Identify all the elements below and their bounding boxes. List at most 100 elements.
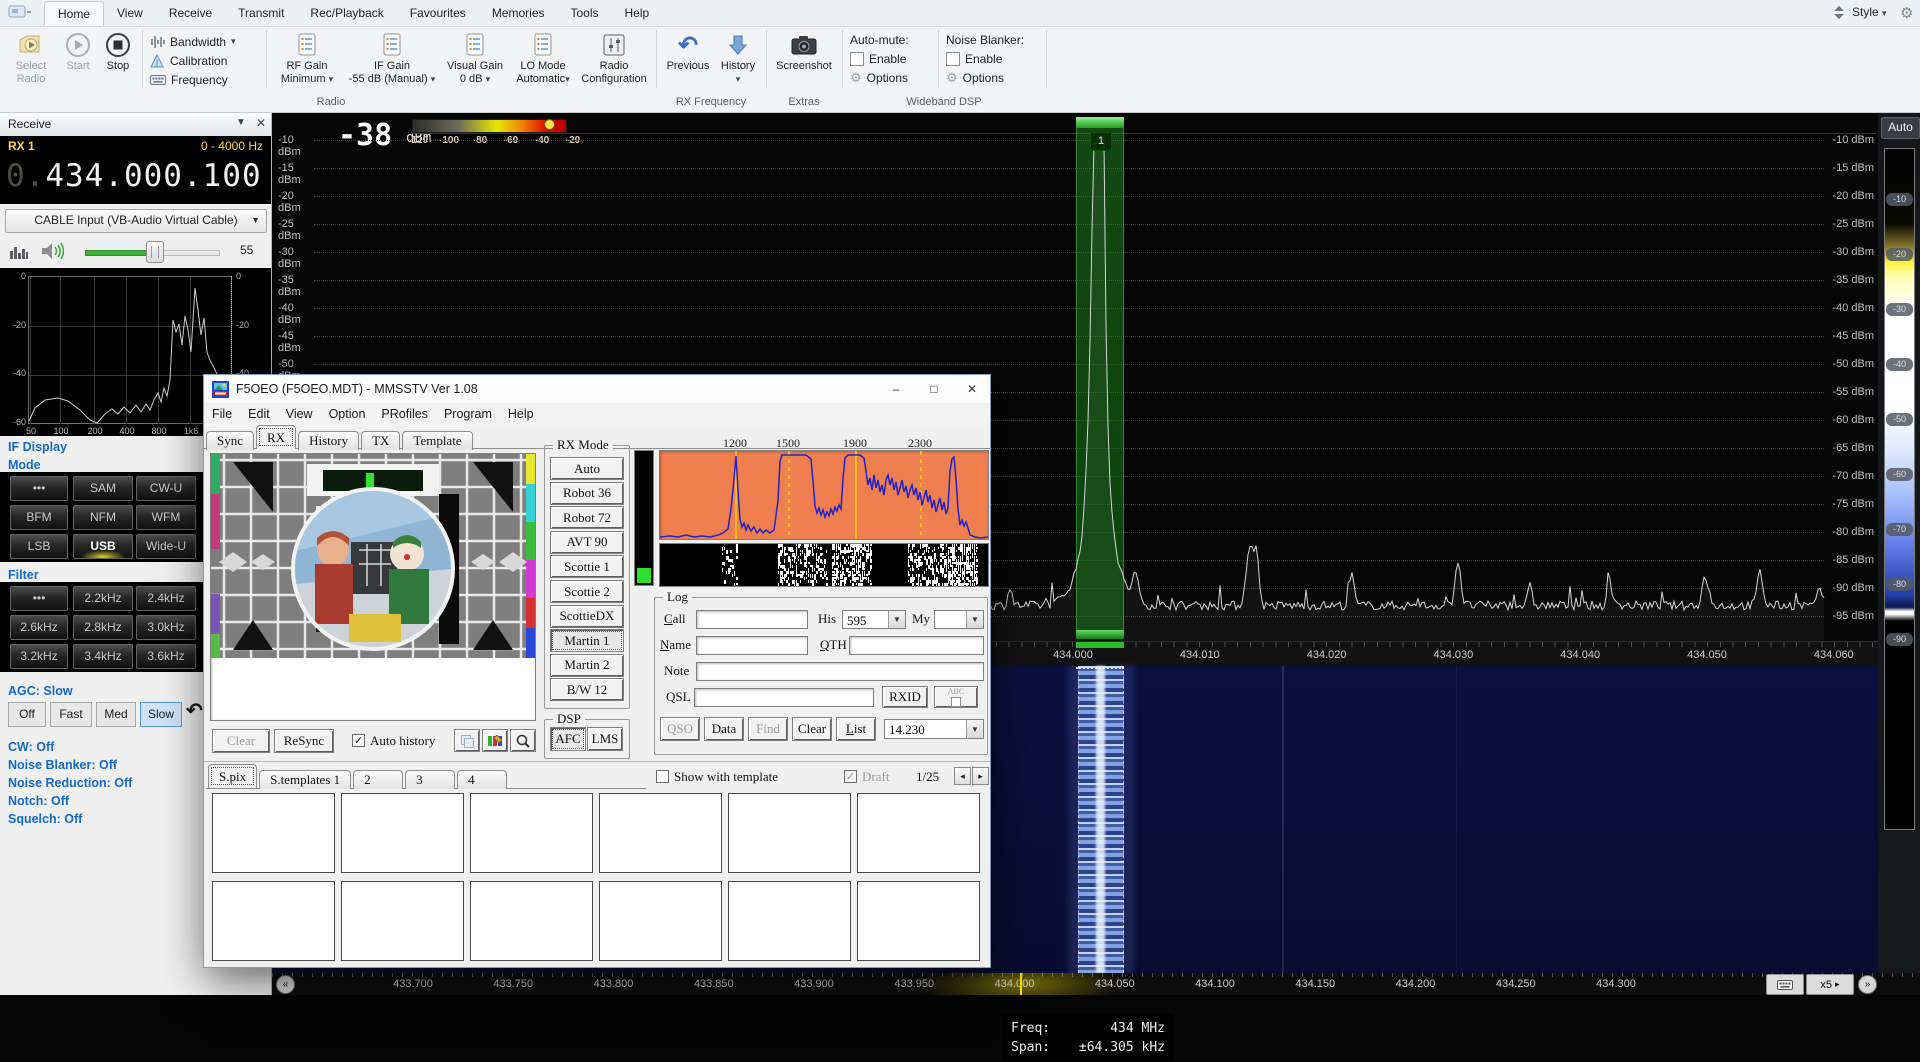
rx-mode-b-w-12[interactable]: B/W 12 xyxy=(550,678,624,701)
log-button-find[interactable]: Find xyxy=(748,717,788,741)
filter-button-26khz[interactable]: 2.6kHz xyxy=(10,615,68,640)
page-next-button[interactable]: ▸ xyxy=(972,767,989,785)
speaker-icon[interactable] xyxy=(40,241,64,261)
ribbon-tab-memories[interactable]: Memories xyxy=(479,1,558,24)
stock-tab-4[interactable]: 4 xyxy=(457,770,507,789)
ribbon-tab-receive[interactable]: Receive xyxy=(156,1,225,24)
noise-blanker-enable-checkbox[interactable]: Enable xyxy=(946,49,1042,68)
close-icon[interactable]: ✕ xyxy=(256,116,266,130)
rf-gain-button[interactable]: RF GainMinimum ▾ xyxy=(272,30,342,92)
agc-button-off[interactable]: Off xyxy=(8,702,46,727)
agc-button-fast[interactable]: Fast xyxy=(50,702,92,727)
start-button[interactable]: Start xyxy=(60,30,96,92)
log-button-data[interactable]: Data xyxy=(704,717,744,741)
rx-mode-scottiedx[interactable]: ScottieDX xyxy=(550,605,624,628)
rx-mode-robot-72[interactable]: Robot 72 xyxy=(550,506,624,529)
ribbon-tab-tools[interactable]: Tools xyxy=(558,1,612,24)
rx-mode-martin-1[interactable]: Martin 1 xyxy=(550,629,624,652)
select-radio-button[interactable]: Select Radio xyxy=(6,30,56,92)
mmsstv-tab-history[interactable]: History xyxy=(298,431,359,450)
menu-help[interactable]: Help xyxy=(500,403,542,421)
equalizer-icon[interactable] xyxy=(10,243,28,259)
maximize-button[interactable]: □ xyxy=(916,375,952,403)
mode-button-nfm[interactable]: NFM xyxy=(73,505,133,530)
stock-picture-slot[interactable] xyxy=(212,793,335,873)
scroll-left-button[interactable]: « xyxy=(276,975,295,994)
previous-button[interactable]: ↶ Previous xyxy=(662,30,714,92)
resync-button[interactable]: ReSync xyxy=(274,729,334,753)
mode-button-[interactable]: ••• xyxy=(10,476,68,501)
status-cw[interactable]: CW: Off xyxy=(8,740,54,754)
ribbon-tab-view[interactable]: View xyxy=(104,1,156,24)
dsp-button-lms[interactable]: LMS xyxy=(587,727,623,751)
rx-mode-avt-90[interactable]: AVT 90 xyxy=(550,531,624,554)
ribbon-tab-rec-playback[interactable]: Rec/Playback xyxy=(297,1,396,24)
agc-button-med[interactable]: Med xyxy=(96,702,136,727)
stock-tab-2[interactable]: 2 xyxy=(353,770,403,789)
menu-option[interactable]: Option xyxy=(321,403,374,421)
menu-edit[interactable]: Edit xyxy=(240,403,278,421)
mode-button-wideu[interactable]: Wide-U xyxy=(136,534,196,559)
stock-tab-s-pix[interactable]: S.pix xyxy=(208,764,257,788)
app-icon[interactable] xyxy=(8,5,32,24)
rx-mode-scottie-2[interactable]: Scottie 2 xyxy=(550,580,624,603)
call-input[interactable] xyxy=(696,610,808,629)
volume-slider-handle[interactable] xyxy=(146,241,164,263)
keyboard-entry-button[interactable] xyxy=(1766,974,1804,995)
screenshot-button[interactable]: Screenshot xyxy=(772,30,836,92)
stock-picture-slot[interactable] xyxy=(857,793,980,873)
auto-history-checkbox[interactable]: ✓ xyxy=(352,734,365,747)
note-input[interactable] xyxy=(696,662,984,681)
bandwidth-button[interactable]: Bandwidth▾ xyxy=(150,32,260,51)
stop-button[interactable]: Stop xyxy=(100,30,136,92)
status-squelch[interactable]: Squelch: Off xyxy=(8,812,82,826)
mmsstv-window[interactable]: F5OEO (F5OEO.MDT) - MMSSTV Ver 1.08 – □ … xyxy=(203,374,991,968)
his-rst-combobox[interactable]: 595▼ xyxy=(842,610,906,629)
chevron-down-icon[interactable]: ▼ xyxy=(236,117,246,128)
stock-picture-slot[interactable] xyxy=(341,881,464,961)
lo-mode-button[interactable]: LO ModeAutomatic▾ xyxy=(510,30,576,92)
stock-tab-s-templates-1[interactable]: S.templates 1 xyxy=(259,770,351,789)
mode-button-bfm[interactable]: BFM xyxy=(10,505,68,530)
abc-letters-button[interactable]: ABC xyxy=(934,686,978,708)
log-button-qso[interactable]: QSO xyxy=(660,717,700,741)
stock-picture-slot[interactable] xyxy=(599,881,722,961)
expand-collapse-icon[interactable] xyxy=(1832,5,1846,25)
rx-image-area[interactable] xyxy=(210,453,536,721)
radio-configuration-button[interactable]: Radio Configuration xyxy=(578,30,650,92)
title-bar[interactable]: F5OEO (F5OEO.MDT) - MMSSTV Ver 1.08 – □ … xyxy=(204,375,990,404)
clear-image-button[interactable]: Clear xyxy=(212,729,270,753)
mode-button-usb[interactable]: USB xyxy=(73,534,133,559)
mmsstv-tab-rx[interactable]: RX xyxy=(256,425,296,449)
menu-profiles[interactable]: PRofiles xyxy=(373,403,436,421)
auto-range-button[interactable]: Auto xyxy=(1881,117,1920,139)
visual-gain-button[interactable]: Visual Gain0 dB ▾ xyxy=(442,30,508,92)
scroll-right-button[interactable]: » xyxy=(1858,975,1877,994)
qth-input[interactable] xyxy=(849,636,984,655)
magnify-button[interactable] xyxy=(510,729,536,752)
show-with-template-checkbox[interactable] xyxy=(656,770,669,783)
filter-button-[interactable]: ••• xyxy=(10,586,68,611)
status-noise-reduction[interactable]: Noise Reduction: Off xyxy=(8,776,132,790)
filter-button-24khz[interactable]: 2.4kHz xyxy=(136,586,196,611)
mode-button-cwu[interactable]: CW-U xyxy=(136,476,196,501)
rxid-button[interactable]: RXID xyxy=(882,686,928,708)
mmsstv-tab-sync[interactable]: Sync xyxy=(206,431,254,450)
image-tools-button[interactable] xyxy=(482,729,508,752)
stock-tab-3[interactable]: 3 xyxy=(405,770,455,789)
filter-button-34khz[interactable]: 3.4kHz xyxy=(73,644,133,669)
calibration-button[interactable]: Calibration xyxy=(150,51,260,70)
dsp-button-afc[interactable]: AFC xyxy=(550,727,586,751)
auto-mute-options-button[interactable]: ⚙Options xyxy=(850,68,936,87)
undo-arrow-icon[interactable]: ↶ xyxy=(186,698,203,723)
ribbon-tab-favourites[interactable]: Favourites xyxy=(397,1,479,24)
stock-picture-slot[interactable] xyxy=(599,793,722,873)
menu-file[interactable]: File xyxy=(204,403,240,421)
menu-view[interactable]: View xyxy=(278,403,321,421)
frequency-display[interactable]: RX 1 0 - 4000 Hz 0.434.000.100 xyxy=(0,136,271,204)
ribbon-tab-home[interactable]: Home xyxy=(44,1,104,26)
rx-mode-robot-36[interactable]: Robot 36 xyxy=(550,482,624,505)
stock-picture-slot[interactable] xyxy=(728,881,851,961)
frequency-button[interactable]: Frequency xyxy=(150,70,260,89)
mode-button-wfm[interactable]: WFM xyxy=(136,505,196,530)
